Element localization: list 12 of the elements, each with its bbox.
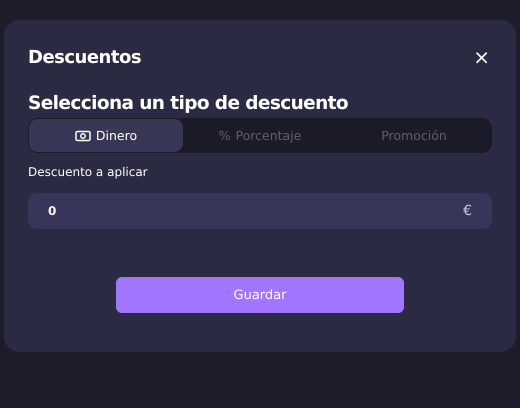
discount-input-field[interactable]: 0 € [28, 193, 492, 229]
euro-suffix: € [463, 203, 472, 219]
field-value: 0 [48, 204, 58, 218]
field-label: Descuento a aplicar [28, 165, 149, 181]
tab-label: Dinero [96, 128, 138, 143]
dialog-title: Descuentos [28, 46, 142, 68]
percent-icon: % [218, 128, 231, 143]
section-heading: Selecciona un tipo de descuento [28, 92, 350, 116]
tab-label: Porcentaje [236, 128, 302, 143]
tab[interactable]: Dinero [29, 119, 183, 152]
banknote-icon [74, 130, 91, 142]
close-button[interactable]: × [471, 47, 492, 67]
